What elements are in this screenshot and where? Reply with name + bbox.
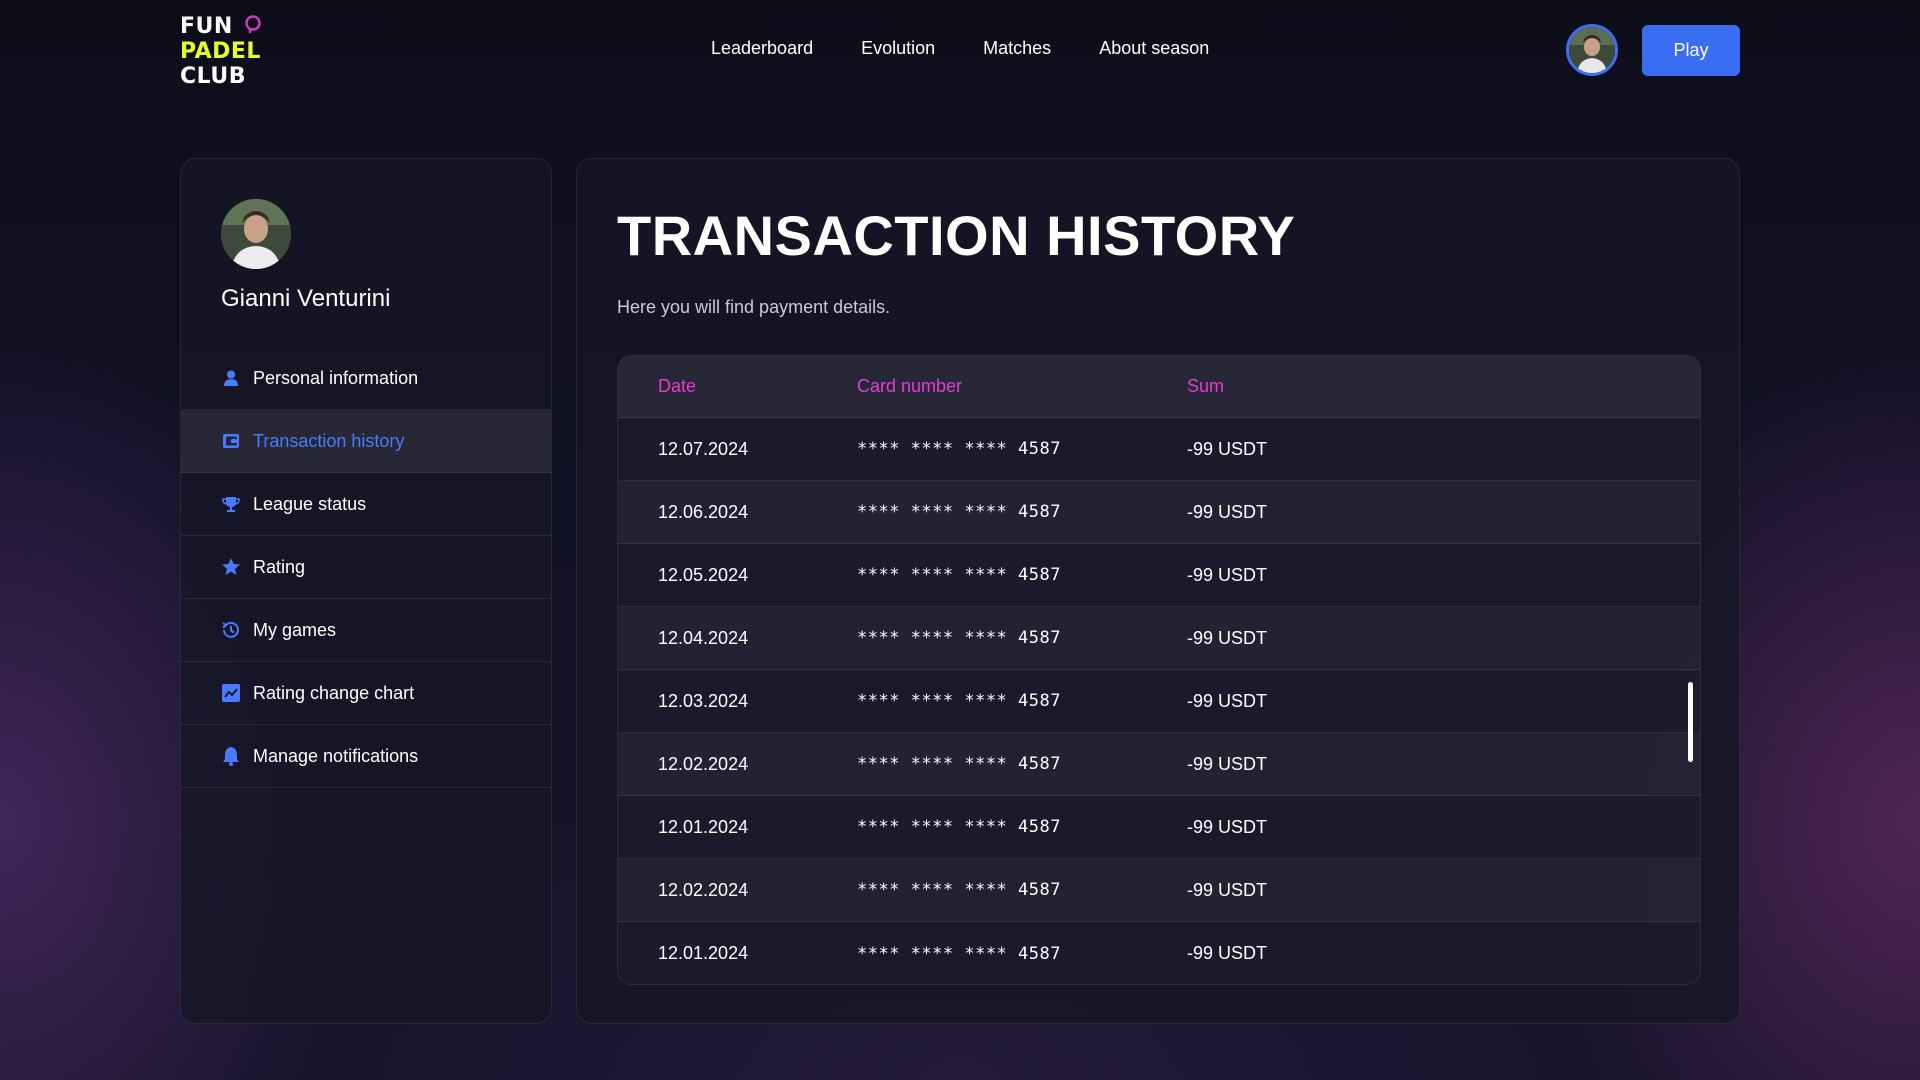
play-button[interactable]: Play [1642,25,1740,76]
table-scrollbar[interactable] [1688,682,1693,762]
cell-date: 12.07.2024 [658,438,749,459]
sidebar-item-rating[interactable]: Rating [181,536,551,599]
cell-card-number: **** **** **** 4587 [857,691,1061,711]
history-icon [221,620,241,640]
fun-padel-club-logo[interactable]: FUN PADEL CLUB [180,14,261,89]
transaction-history-panel: TRANSACTION HISTORY Here you will find p… [576,158,1740,1024]
nav-matches[interactable]: Matches [983,38,1051,59]
cell-card-number: **** **** **** 4587 [857,628,1061,648]
table-row: 12.02.2024 **** **** **** 4587 -99 USDT [618,733,1700,796]
avatar-photo-icon [1569,27,1615,73]
table-row: 12.01.2024 **** **** **** 4587 -99 USDT [618,796,1700,859]
logo-line-2: PADEL [180,39,261,64]
cell-sum: -99 USDT [1187,627,1268,648]
sidebar-item-label: Personal information [253,367,419,388]
cell-date: 12.03.2024 [658,690,749,711]
sidebar-item-label: My games [253,619,337,640]
cell-date: 12.05.2024 [658,564,749,585]
cell-date: 12.02.2024 [658,753,749,774]
cell-card-number: **** **** **** 4587 [857,439,1061,459]
sidebar-item-label: Manage notifications [253,745,419,766]
table-row: 12.07.2024 **** **** **** 4587 -99 USDT [618,418,1700,481]
cell-card-number: **** **** **** 4587 [857,502,1061,522]
sidebar-item-label: League status [253,493,367,514]
cell-sum: -99 USDT [1187,879,1268,900]
cell-card-number: **** **** **** 4587 [857,754,1061,774]
cell-date: 12.01.2024 [658,943,749,963]
profile-photo-icon [221,199,291,269]
sidebar-item-rating-change-chart[interactable]: Rating change chart [181,662,551,725]
cell-card-number: **** **** **** 4587 [857,565,1061,585]
top-header: FUN PADEL CLUB Leaderboard Evolution Mat… [0,0,1920,100]
column-header-card-number[interactable]: Card number [857,376,962,397]
sidebar-item-label: Rating change chart [253,682,415,703]
trophy-icon [221,494,241,514]
cell-sum: -99 USDT [1187,564,1268,585]
page-subtitle: Here you will find payment details. [617,297,891,317]
star-icon [221,557,241,577]
cell-sum: -99 USDT [1187,501,1268,522]
column-header-date[interactable]: Date [658,376,696,397]
cell-date: 12.02.2024 [658,879,749,900]
profile-avatar [221,199,291,269]
padel-racket-icon [245,15,261,33]
nav-about-season[interactable]: About season [1099,38,1209,59]
sidebar-item-transaction-history[interactable]: Transaction history [181,410,551,473]
table-body: 12.07.2024 **** **** **** 4587 -99 USDT … [618,418,1700,984]
chart-icon [221,683,241,703]
cell-sum: -99 USDT [1187,943,1268,963]
main-nav: Leaderboard Evolution Matches About seas… [711,38,1257,59]
cell-date: 12.01.2024 [658,816,749,837]
table-row: 12.05.2024 **** **** **** 4587 -99 USDT [618,544,1700,607]
bell-icon [221,746,241,766]
table-row: 12.03.2024 **** **** **** 4587 -99 USDT [618,670,1700,733]
profile-name: Gianni Venturini [221,285,391,312]
person-icon [221,368,241,388]
table-row: 12.06.2024 **** **** **** 4587 -99 USDT [618,481,1700,544]
nav-leaderboard[interactable]: Leaderboard [711,38,813,59]
table-row: 12.01.2024 **** **** **** 4587 -99 USDT [618,922,1700,984]
table-row: 12.04.2024 **** **** **** 4587 -99 USDT [618,607,1700,670]
cell-date: 12.04.2024 [658,627,749,648]
wallet-icon [221,431,241,451]
table-row: 12.02.2024 **** **** **** 4587 -99 USDT [618,859,1700,922]
cell-card-number: **** **** **** 4587 [857,943,1061,964]
sidebar-item-manage-notifications[interactable]: Manage notifications [181,725,551,788]
user-avatar[interactable] [1566,24,1618,76]
cell-card-number: **** **** **** 4587 [857,880,1061,900]
cell-sum: -99 USDT [1187,816,1268,837]
logo-line-3: CLUB [180,64,247,89]
sidebar-item-league-status[interactable]: League status [181,473,551,536]
sidebar-item-label: Transaction history [253,430,405,451]
sidebar-item-personal-information[interactable]: Personal information [181,347,551,410]
cell-date: 12.06.2024 [658,501,749,522]
page-title: TRANSACTION HISTORY [617,204,1296,267]
sidebar-item-label: Rating [253,556,306,577]
column-header-sum[interactable]: Sum [1187,376,1224,397]
cell-sum: -99 USDT [1187,690,1268,711]
profile-menu: Personal information Transaction history… [181,347,551,788]
nav-evolution[interactable]: Evolution [861,38,935,59]
cell-sum: -99 USDT [1187,438,1268,459]
transactions-table: Date Card number Sum 12.07.2024 **** ***… [617,355,1701,985]
cell-sum: -99 USDT [1187,753,1268,774]
cell-card-number: **** **** **** 4587 [857,817,1061,837]
profile-sidebar: Gianni Venturini Personal information Tr… [180,158,552,1024]
table-header: Date Card number Sum [618,356,1700,418]
sidebar-item-my-games[interactable]: My games [181,599,551,662]
